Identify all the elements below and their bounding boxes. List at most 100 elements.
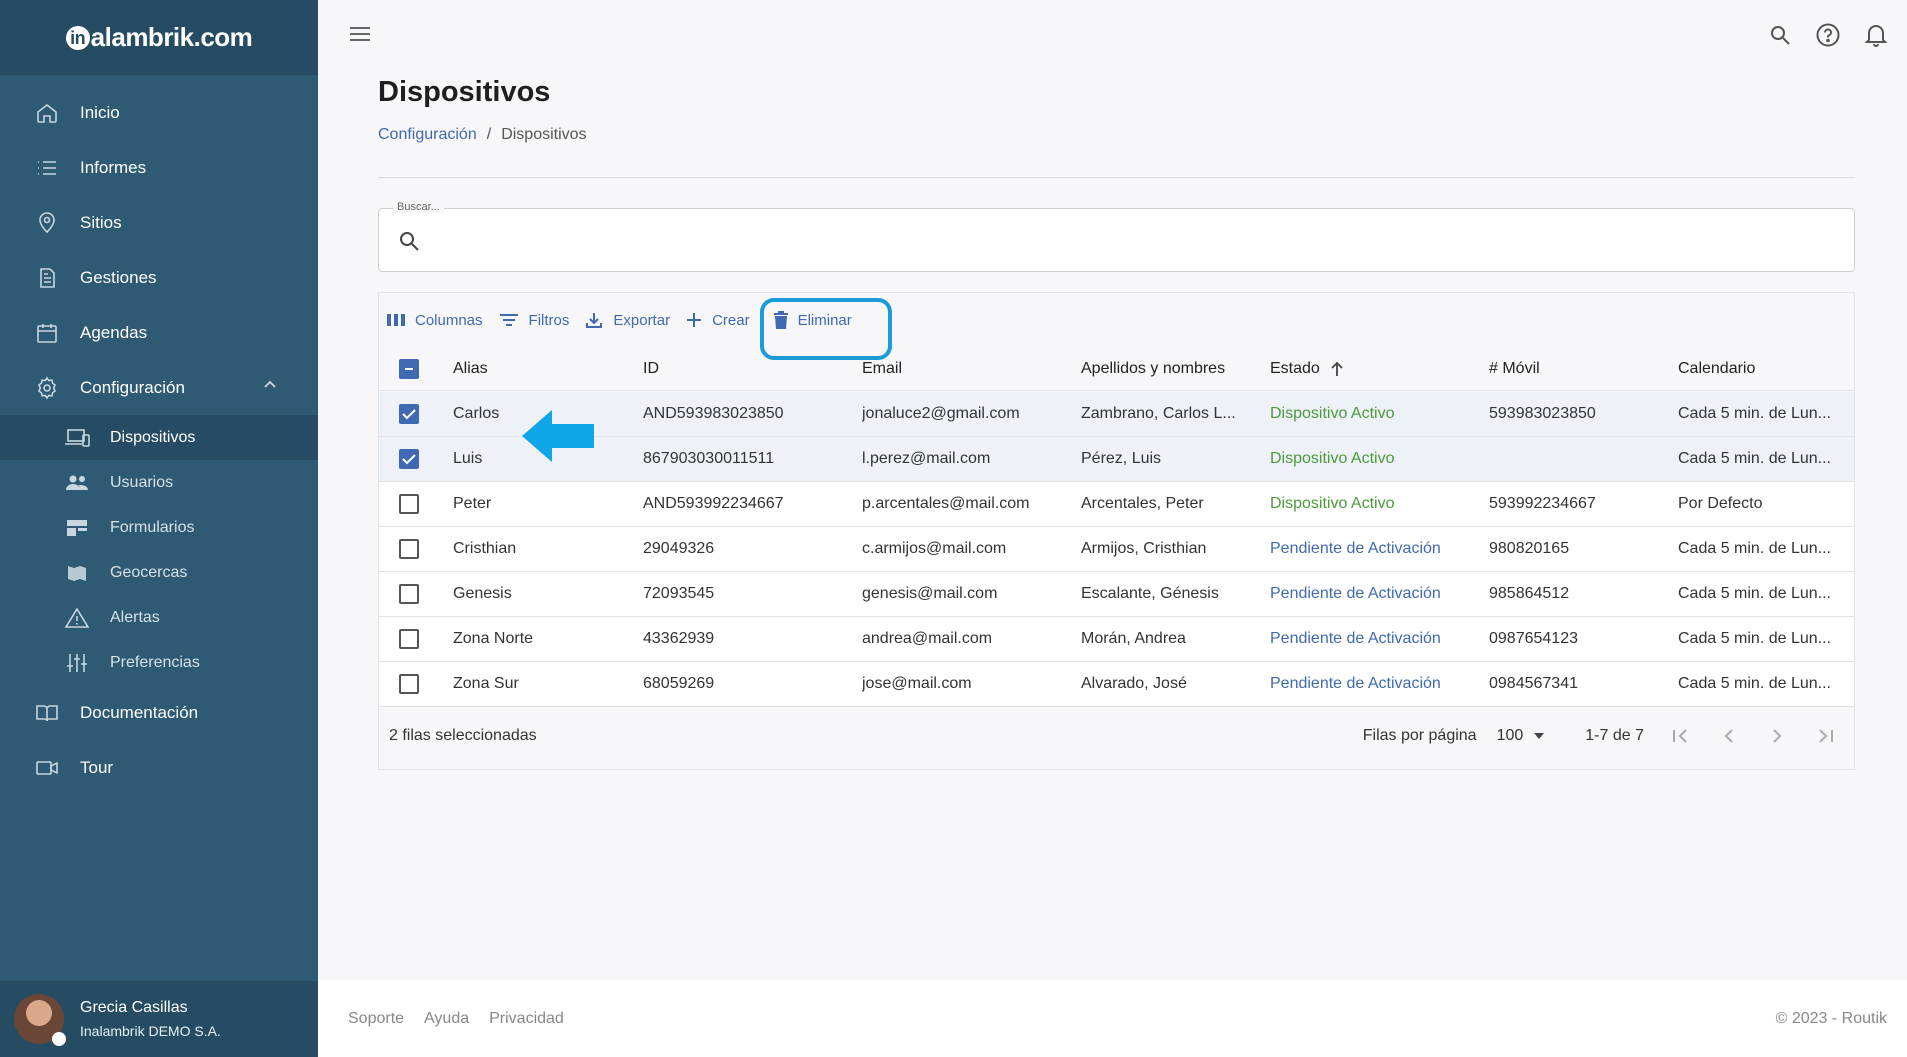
cell-email: andrea@mail.com [862, 630, 993, 647]
footer-link-ayuda[interactable]: Ayuda [424, 1010, 469, 1028]
cell-alias: Zona Norte [453, 630, 534, 647]
video-icon [34, 755, 60, 781]
column-header-name[interactable]: Apellidos y nombres [1081, 347, 1225, 390]
cell-calendar: Cada 5 min. de Lun... [1678, 540, 1831, 557]
sidebar-subitem-alertas[interactable]: Alertas [0, 595, 318, 640]
first-page-icon[interactable] [1670, 728, 1692, 744]
sidebar-item-label: Configuración [80, 377, 185, 397]
delete-button[interactable]: Eliminar [759, 298, 892, 360]
row-select-cell [399, 572, 419, 616]
row-checkbox[interactable] [399, 674, 419, 694]
cell-id: 867903030011511 [643, 450, 775, 467]
row-checkbox[interactable] [399, 629, 419, 649]
search-input[interactable] [435, 223, 1835, 259]
search-field[interactable]: Buscar... [378, 201, 1855, 272]
sidebar-subitem-label: Dispositivos [110, 428, 196, 446]
top-actions [1767, 22, 1889, 48]
book-icon [34, 700, 60, 726]
warning-icon [64, 606, 90, 629]
column-header-status[interactable]: Estado [1270, 347, 1344, 390]
grid-toolbar: Columnas Filtros Exportar Crear Eliminar [387, 298, 892, 360]
column-header-alias[interactable]: Alias [453, 347, 488, 390]
rows-per-page-select[interactable]: 100 [1497, 727, 1546, 745]
table-row[interactable]: Luis 867903030011511 l.perez@mail.com Pé… [379, 437, 1854, 482]
chevron-up-icon[interactable] [262, 377, 278, 398]
footer-link-soporte[interactable]: Soporte [348, 1010, 404, 1028]
columns-button[interactable]: Columnas [387, 312, 483, 329]
map-icon [64, 562, 90, 584]
sidebar-item-documentacion[interactable]: Documentación [0, 685, 318, 740]
table-row[interactable]: Cristhian 29049326 c.armijos@mail.com Ar… [379, 527, 1854, 572]
sidebar-item-label: Documentación [80, 702, 199, 722]
breadcrumb-link-configuracion[interactable]: Configuración [378, 126, 477, 144]
row-checkbox[interactable] [399, 539, 419, 559]
cell-name: Pérez, Luis [1081, 450, 1162, 467]
sidebar-item-informes[interactable]: Informes [0, 140, 318, 195]
sidebar-item-tour[interactable]: Tour [0, 740, 318, 795]
last-page-icon[interactable] [1814, 728, 1836, 744]
cell-status: Pendiente de Activación [1270, 585, 1441, 602]
avatar[interactable] [14, 994, 66, 1046]
cell-id: 72093545 [643, 585, 715, 602]
table-row[interactable]: Zona Norte 43362939 andrea@mail.com Morá… [379, 617, 1854, 662]
cell-alias: Genesis [453, 585, 512, 602]
column-header-email[interactable]: Email [862, 347, 902, 390]
sidebar-subitem-formularios[interactable]: Formularios [0, 505, 318, 550]
sidebar-subitem-dispositivos[interactable]: Dispositivos [0, 415, 318, 460]
row-select-cell [399, 392, 419, 436]
trash-icon [773, 311, 788, 329]
table-row[interactable]: Peter AND593992234667 p.arcentales@mail.… [379, 482, 1854, 527]
sidebar-item-agendas[interactable]: Agendas [0, 305, 318, 360]
sidebar-subitem-geocercas[interactable]: Geocercas [0, 550, 318, 595]
sidebar-item-label: Tour [80, 757, 114, 777]
table-row[interactable]: Carlos AND593983023850 jonaluce2@gmail.c… [379, 392, 1854, 437]
rows-per-page-value: 100 [1496, 727, 1524, 744]
row-checkbox[interactable] [399, 494, 419, 514]
sidebar-subitem-usuarios[interactable]: Usuarios [0, 460, 318, 505]
cell-id: 68059269 [643, 675, 715, 692]
create-button[interactable]: Crear [686, 312, 750, 329]
row-checkbox[interactable] [399, 404, 419, 424]
column-header-id[interactable]: ID [643, 347, 659, 390]
cell-status: Dispositivo Activo [1270, 495, 1395, 512]
sidebar-subitem-preferencias[interactable]: Preferencias [0, 640, 318, 685]
sidebar-item-sitios[interactable]: Sitios [0, 195, 318, 250]
create-label: Crear [712, 311, 750, 329]
sidebar-item-gestiones[interactable]: Gestiones [0, 250, 318, 305]
footer-link-privacidad[interactable]: Privacidad [489, 1010, 564, 1028]
user-profile[interactable]: Grecia Casillas Inalambrik DEMO S.A. [0, 981, 318, 1057]
cell-mobile: 0987654123 [1489, 630, 1578, 647]
row-checkbox[interactable] [399, 584, 419, 604]
cell-id: 29049326 [643, 540, 715, 557]
grid-footer: 2 filas seleccionadas Filas por página 1… [379, 703, 1854, 769]
hamburger-menu-icon[interactable] [348, 24, 374, 46]
row-select-cell [399, 662, 419, 706]
sidebar-subitem-label: Geocercas [110, 563, 188, 581]
previous-page-icon[interactable] [1718, 728, 1740, 744]
table-row[interactable]: Zona Sur 68059269 jose@mail.com Alvarado… [379, 662, 1854, 707]
help-icon[interactable] [1815, 22, 1841, 48]
bell-icon[interactable] [1863, 22, 1889, 48]
cell-mobile: 985864512 [1489, 585, 1570, 602]
filters-button[interactable]: Filtros [499, 312, 569, 329]
search-icon[interactable] [1767, 22, 1793, 48]
row-select-cell [399, 617, 419, 661]
sidebar-subitem-label: Alertas [110, 608, 160, 626]
select-all-checkbox[interactable] [399, 358, 419, 379]
cell-calendar: Cada 5 min. de Lun... [1678, 450, 1831, 467]
sidebar-item-inicio[interactable]: Inicio [0, 85, 318, 140]
sidebar-item-label: Gestiones [80, 267, 157, 287]
export-button[interactable]: Exportar [585, 311, 670, 329]
cell-status: Pendiente de Activación [1270, 540, 1441, 557]
next-page-icon[interactable] [1766, 728, 1788, 744]
cell-status: Pendiente de Activación [1270, 675, 1441, 692]
row-checkbox[interactable] [399, 449, 419, 469]
cell-calendar: Cada 5 min. de Lun... [1678, 585, 1831, 602]
column-header-calendar[interactable]: Calendario [1678, 347, 1755, 390]
row-select-cell [399, 482, 419, 526]
logo[interactable]: in alambrik.com [65, 22, 253, 53]
table-row[interactable]: Genesis 72093545 genesis@mail.com Escala… [379, 572, 1854, 617]
column-header-mobile[interactable]: # Móvil [1489, 347, 1540, 390]
users-icon [64, 472, 90, 494]
sidebar-item-configuracion[interactable]: Configuración [0, 360, 318, 415]
